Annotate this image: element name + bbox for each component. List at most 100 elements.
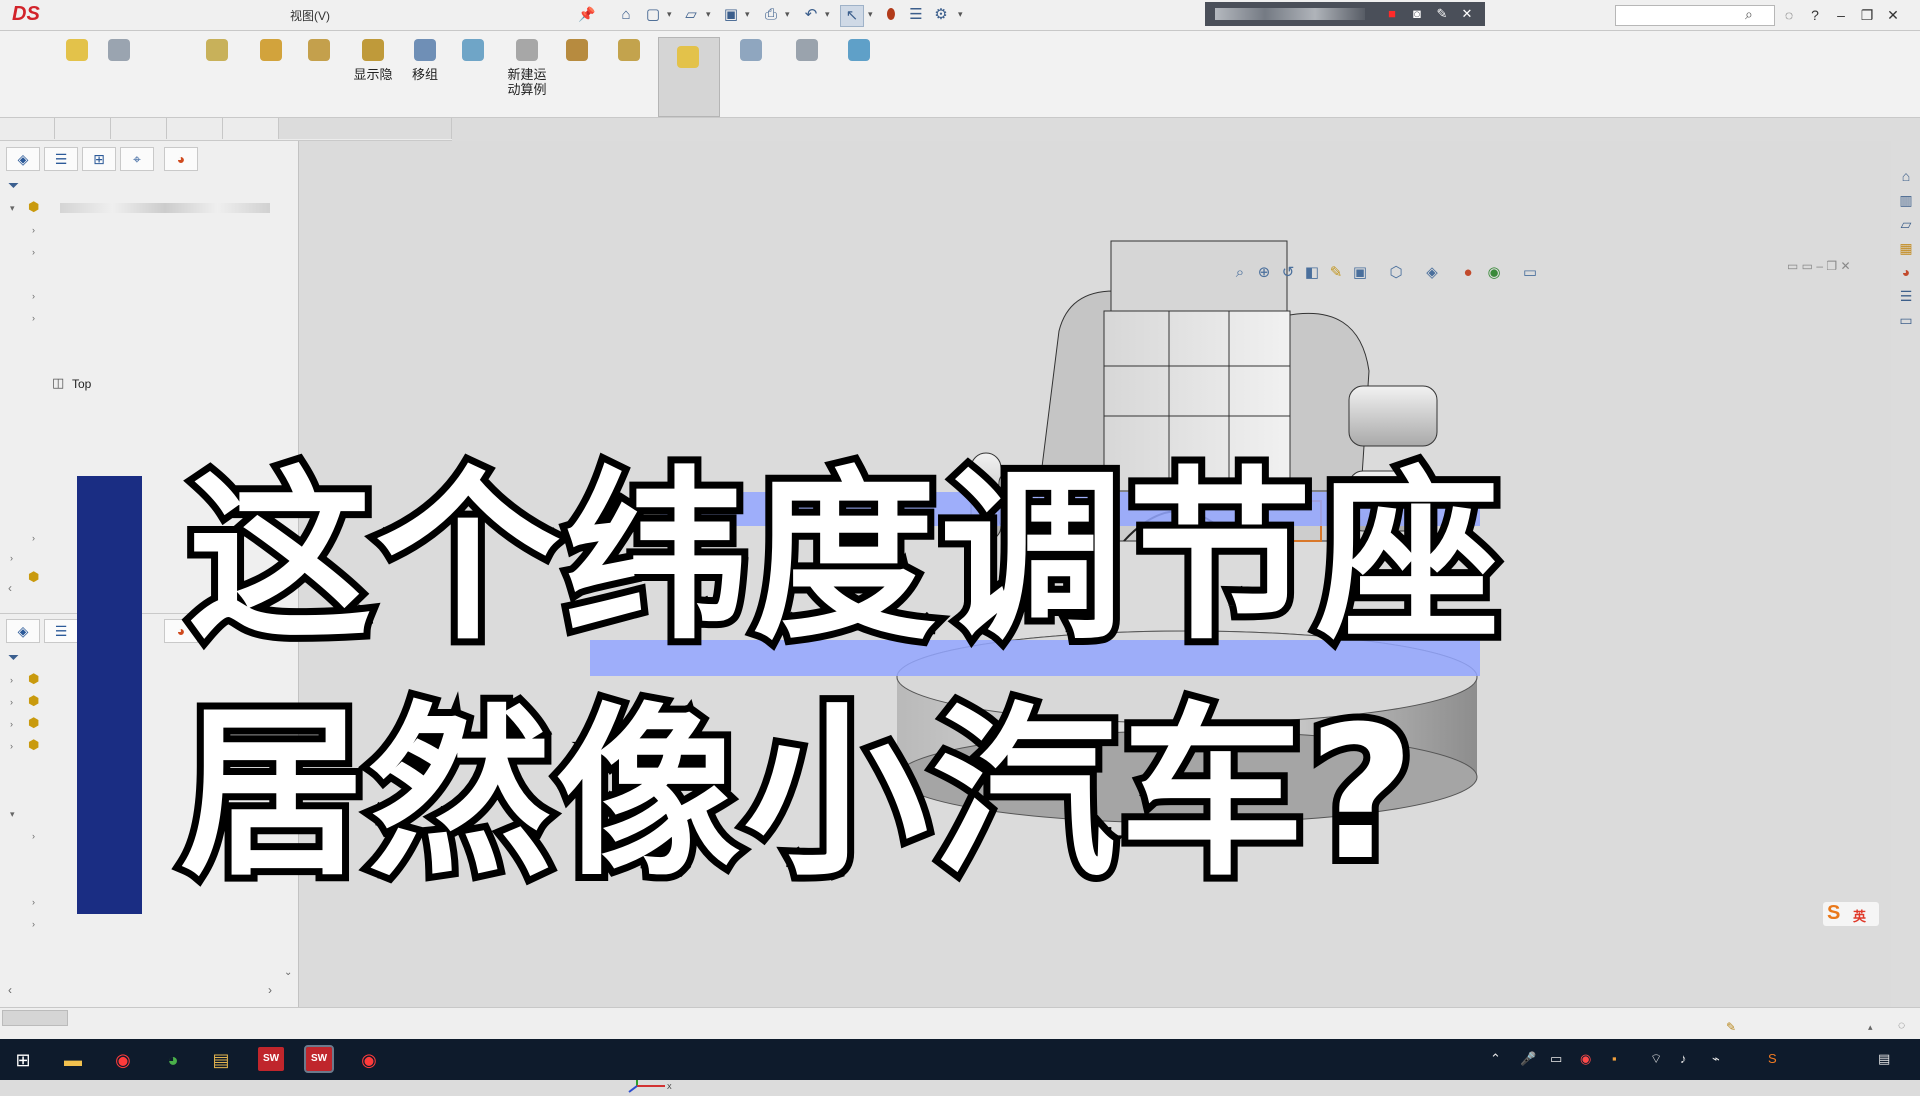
display-manager-tab[interactable]: ◕ bbox=[164, 147, 198, 171]
network-activity-icon[interactable]: ⌁ bbox=[1712, 1051, 1720, 1067]
tab-scroll-buttons[interactable] bbox=[2, 1010, 68, 1026]
tree-item-top-plane[interactable]: Top bbox=[72, 377, 91, 391]
tab-addins[interactable] bbox=[279, 118, 452, 139]
scroll-left-icon[interactable]: ‹ bbox=[8, 983, 12, 997]
chevron-right-icon[interactable]: › bbox=[10, 697, 13, 707]
close-icon[interactable]: ✕ bbox=[1458, 6, 1476, 22]
zoom-area-icon[interactable]: ⊕ bbox=[1253, 263, 1275, 283]
sogou-tray-icon[interactable]: S bbox=[1768, 1051, 1777, 1066]
menu-view[interactable]: 视图(V) bbox=[290, 7, 330, 24]
hide-show-items-icon[interactable]: ◈ bbox=[1421, 263, 1443, 283]
solidworks-app-icon-active[interactable]: SW bbox=[304, 1045, 334, 1073]
stop-record-icon[interactable]: ■ bbox=[1383, 6, 1401, 22]
user-icon[interactable]: ◌ bbox=[1778, 5, 1800, 25]
tab-markup[interactable] bbox=[167, 118, 223, 139]
solidworks-logo-icon[interactable]: DS bbox=[12, 3, 48, 27]
help-icon[interactable]: ? bbox=[1804, 5, 1826, 25]
restore-icon[interactable]: ❐ bbox=[1856, 5, 1878, 25]
component-icon[interactable]: ⬢ bbox=[28, 715, 39, 731]
component-icon[interactable]: ⬢ bbox=[28, 737, 39, 753]
bill-of-materials-button[interactable] bbox=[554, 39, 600, 113]
move-component-button[interactable] bbox=[296, 39, 342, 113]
update-speedpak-button[interactable] bbox=[728, 39, 774, 113]
assembly-root-icon[interactable]: ⬢ bbox=[28, 199, 39, 215]
file-explorer-icon[interactable]: ▬ bbox=[58, 1045, 88, 1075]
new-motion-study-button[interactable]: 新建运 动算例 bbox=[500, 39, 554, 113]
dimxpert-tab[interactable]: ⌖ bbox=[120, 147, 154, 171]
select-icon[interactable]: ↖ bbox=[840, 5, 864, 27]
chevron-down-icon[interactable]: ▾ bbox=[10, 203, 15, 214]
file-properties-icon[interactable]: ☰ bbox=[905, 5, 927, 25]
app-tray-icon[interactable]: ▪ bbox=[1612, 1051, 1617, 1066]
camera-icon[interactable]: ◙ bbox=[1408, 6, 1426, 22]
chevron-right-icon[interactable]: › bbox=[32, 533, 35, 543]
battery-icon[interactable]: ▭ bbox=[1550, 1051, 1562, 1067]
chevron-up-icon[interactable]: ▴ bbox=[1868, 1022, 1873, 1033]
volume-icon[interactable]: ♪ bbox=[1680, 1051, 1687, 1066]
viewport-window-controls[interactable]: ▭ ▭ – ❐ ✕ bbox=[1787, 259, 1851, 273]
smart-fasteners-button[interactable] bbox=[248, 39, 294, 113]
record-app-icon[interactable]: ◉ bbox=[354, 1045, 384, 1075]
shaft[interactable] bbox=[1348, 385, 1438, 447]
pin-menu-icon[interactable]: 📌 bbox=[578, 6, 595, 23]
minimize-icon[interactable]: – bbox=[1830, 5, 1852, 25]
rebuild-status-icon[interactable]: ✎ bbox=[1726, 1020, 1736, 1034]
chevron-down-icon[interactable]: ⌄ bbox=[284, 967, 292, 978]
view-orientation-icon[interactable]: ▣ bbox=[1349, 263, 1371, 283]
edit-appearance-icon[interactable]: ● bbox=[1457, 263, 1479, 283]
chevron-down-icon[interactable]: ▾ bbox=[958, 9, 963, 20]
component-icon[interactable]: ⬢ bbox=[28, 569, 39, 585]
large-assembly-button[interactable] bbox=[836, 39, 882, 113]
reference-geometry-button[interactable] bbox=[450, 39, 496, 113]
chevron-down-icon[interactable]: ▾ bbox=[825, 9, 830, 20]
component-icon[interactable]: ⬢ bbox=[28, 693, 39, 709]
instant3d-button[interactable] bbox=[658, 37, 720, 117]
ime-indicator[interactable]: S 英 bbox=[1823, 902, 1879, 926]
show-hidden-button[interactable]: 显示隐 bbox=[350, 39, 396, 113]
tab-layout[interactable] bbox=[55, 118, 111, 139]
chevron-right-icon[interactable]: › bbox=[10, 553, 13, 563]
chevron-down-icon[interactable]: ▾ bbox=[667, 9, 672, 20]
save-icon[interactable]: ▣ bbox=[720, 5, 742, 25]
status-settings-icon[interactable]: ◌ bbox=[1898, 1018, 1905, 1032]
property-manager-tab[interactable]: ☰ bbox=[44, 147, 78, 171]
chevron-down-icon[interactable]: ▾ bbox=[10, 809, 15, 820]
chevron-right-icon[interactable]: › bbox=[32, 313, 35, 323]
chevron-up-icon[interactable]: ⌃ bbox=[1490, 1051, 1501, 1067]
appearances-icon[interactable]: ◕ bbox=[1895, 261, 1917, 283]
close-icon[interactable]: ✕ bbox=[1882, 5, 1904, 25]
pen-icon[interactable]: ✎ bbox=[1433, 6, 1451, 22]
scroll-right-icon[interactable]: › bbox=[268, 983, 272, 997]
display-style-icon[interactable]: ⬡ bbox=[1385, 263, 1407, 283]
home-icon[interactable]: ⌂ bbox=[1895, 165, 1917, 187]
notification-icon[interactable]: ▤ bbox=[1878, 1051, 1890, 1067]
chevron-right-icon[interactable]: › bbox=[10, 741, 13, 751]
apply-scene-icon[interactable]: ◉ bbox=[1483, 263, 1505, 283]
solidworks-app-icon[interactable]: SW bbox=[258, 1047, 284, 1071]
feature-manager-tab-2[interactable]: ◈ bbox=[6, 619, 40, 643]
configuration-manager-tab[interactable]: ⊞ bbox=[82, 147, 116, 171]
chrome-icon[interactable]: ◕ bbox=[158, 1045, 188, 1075]
take-snapshot-button[interactable] bbox=[784, 39, 830, 113]
filter-icon[interactable]: ⏷ bbox=[8, 177, 19, 194]
tab-evaluate[interactable] bbox=[223, 118, 279, 139]
new-document-icon[interactable]: ▢ bbox=[642, 5, 664, 25]
component-icon[interactable]: ⬢ bbox=[28, 671, 39, 687]
tab-assembly[interactable] bbox=[0, 118, 55, 139]
search-icon[interactable]: ⌕ bbox=[1745, 6, 1753, 23]
chevron-right-icon[interactable]: › bbox=[32, 225, 35, 235]
open-icon[interactable]: ▱ bbox=[680, 5, 702, 25]
chevron-right-icon[interactable]: › bbox=[10, 675, 13, 685]
recording-tray-icon[interactable]: ◉ bbox=[1580, 1051, 1591, 1067]
custom-properties-icon[interactable]: ☰ bbox=[1895, 285, 1917, 307]
print-icon[interactable]: ⎙ bbox=[760, 5, 782, 25]
file-explorer-icon[interactable]: ▱ bbox=[1895, 213, 1917, 235]
windows-start-icon[interactable]: ⊞ bbox=[8, 1045, 38, 1075]
mate-button[interactable] bbox=[96, 39, 142, 113]
design-library-icon[interactable]: ▥ bbox=[1895, 189, 1917, 211]
options-icon[interactable]: ⚙ bbox=[930, 5, 952, 25]
exploded-view-button[interactable] bbox=[606, 39, 652, 113]
microphone-icon[interactable]: 🎤 bbox=[1520, 1051, 1536, 1067]
chevron-down-icon[interactable]: ▾ bbox=[785, 9, 790, 20]
property-manager-tab-2[interactable]: ☰ bbox=[44, 619, 78, 643]
